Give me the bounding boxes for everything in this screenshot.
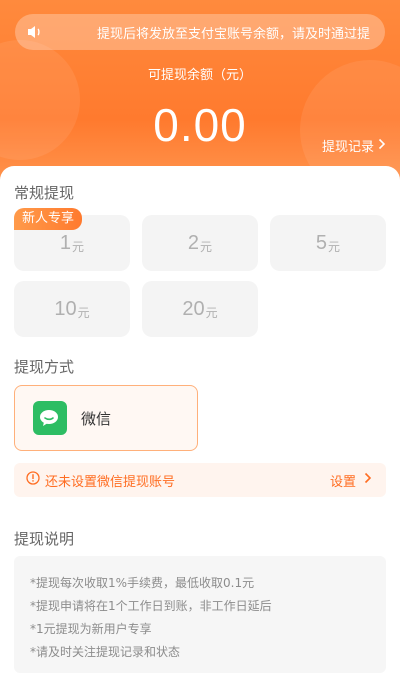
wechat-method-label: 微信 bbox=[81, 409, 112, 428]
instruction-line: *请及时关注提现记录和状态 bbox=[30, 645, 181, 659]
amount-option-2[interactable]: 2元 bbox=[142, 215, 258, 271]
warning-icon bbox=[26, 471, 40, 489]
new-user-badge: 新人专享 bbox=[14, 208, 83, 230]
instruction-line: *提现申请将在1个工作日到账，非工作日延后 bbox=[30, 599, 272, 613]
setup-button[interactable]: 设置 bbox=[330, 471, 372, 490]
notice-bar: 提现后将发放至支付宝账号余额，请及时通过提 bbox=[15, 14, 385, 50]
withdraw-records-link[interactable]: 提现记录 bbox=[322, 136, 386, 155]
chevron-right-icon bbox=[378, 138, 386, 154]
amount-option-20[interactable]: 20 元 bbox=[142, 281, 258, 337]
wechat-method-card[interactable]: 微信 bbox=[14, 385, 198, 451]
wechat-icon bbox=[33, 401, 67, 435]
withdraw-method-title: 提现方式 bbox=[14, 358, 75, 376]
chevron-right-icon bbox=[364, 472, 372, 488]
instruction-line: *1元提现为新用户专享 bbox=[30, 622, 152, 636]
regular-withdraw-title: 常规提现 bbox=[14, 184, 75, 202]
speaker-icon bbox=[15, 14, 55, 50]
instruction-line: *提现每次收取1%手续费，最低收取0.1元 bbox=[30, 576, 255, 590]
instructions-title: 提现说明 bbox=[14, 530, 75, 548]
notice-text: 提现后将发放至支付宝账号余额，请及时通过提 bbox=[97, 26, 371, 42]
instructions-box: *提现每次收取1%手续费，最低收取0.1元 *提现申请将在1个工作日到账，非工作… bbox=[14, 556, 386, 673]
withdraw-records-label: 提现记录 bbox=[321, 140, 374, 155]
amount-option-5[interactable]: 5元 bbox=[270, 215, 386, 271]
balance-label: 可提现余额（元） bbox=[147, 68, 252, 83]
warning-text: 还未设置微信提现账号 bbox=[45, 474, 176, 490]
amount-option-10[interactable]: 10 元 bbox=[14, 281, 130, 337]
setup-label: 设置 bbox=[329, 474, 356, 490]
wechat-account-warning: 还未设置微信提现账号 设置 bbox=[14, 463, 386, 497]
